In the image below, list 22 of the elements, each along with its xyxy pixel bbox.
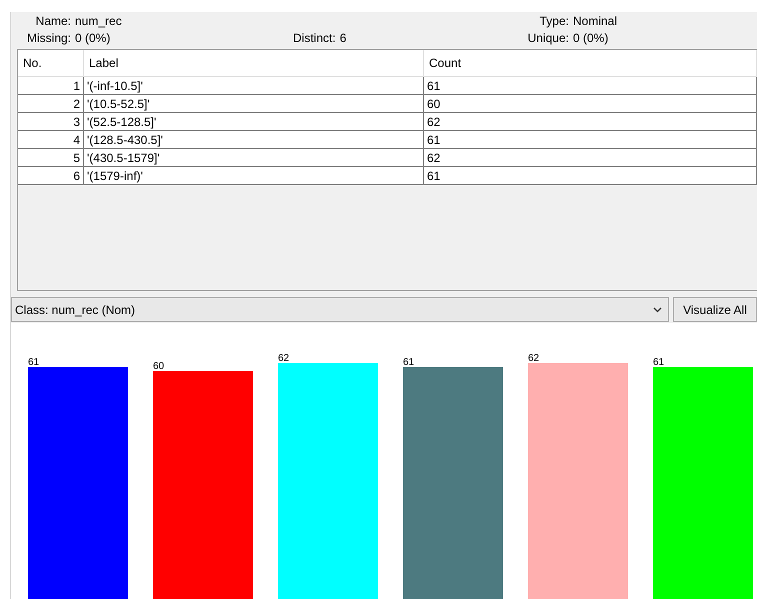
chevron-down-icon (653, 306, 662, 312)
field-label: Unique: (526, 31, 569, 45)
field-value: Nominal (573, 14, 618, 28)
table-cell: '(1579-inf)' (84, 167, 424, 185)
field-value: 6 (340, 31, 346, 45)
field-value: 0 (0%) (75, 31, 112, 45)
field-label: Name: (34, 14, 71, 28)
table-cell: 6 (18, 167, 84, 185)
table-cell: 61 (424, 167, 757, 185)
class-dropdown[interactable]: Class: num_rec (Nom) (11, 297, 669, 322)
bar-value: 62 (278, 353, 290, 364)
bar-value: 61 (403, 357, 414, 368)
field-label: Missing: (26, 31, 71, 45)
field-label: Distinct: (293, 31, 336, 45)
bar-value: 61 (653, 357, 664, 368)
field-value: num_rec (75, 14, 123, 28)
field-label: Type: (538, 14, 569, 28)
bar-value: 60 (153, 361, 164, 372)
field-value: 0 (0%) (573, 31, 610, 45)
visualize-all-button[interactable]: Visualize All (673, 297, 757, 322)
bar-value: 61 (28, 357, 40, 368)
bar-value: 62 (528, 353, 540, 364)
